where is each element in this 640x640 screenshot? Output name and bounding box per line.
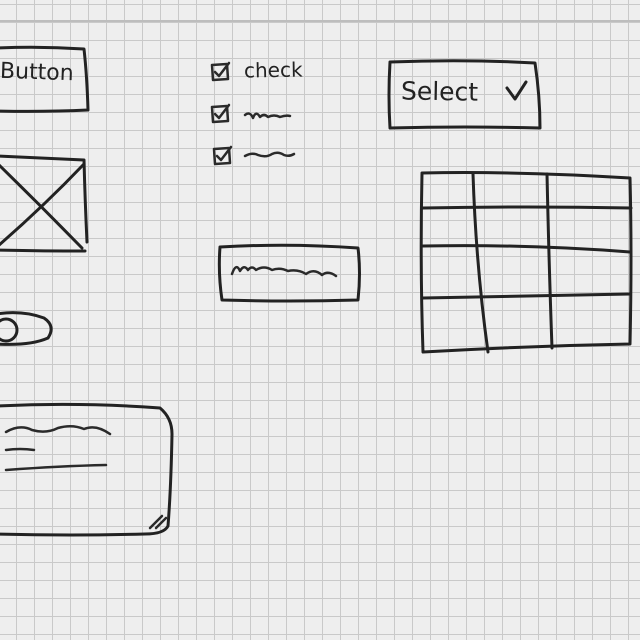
table-row-divider [421, 292, 632, 300]
checkbox-1[interactable] [210, 61, 232, 84]
textarea[interactable] [0, 398, 180, 544]
image-placeholder [0, 154, 89, 253]
checkbox-3[interactable] [212, 145, 234, 168]
table-row-divider [421, 205, 633, 210]
page-top-rule [0, 20, 640, 22]
x-placeholder-icon [0, 162, 86, 250]
table-column-divider [545, 172, 554, 350]
select-value: Select [400, 76, 479, 107]
data-table [419, 171, 633, 354]
toggle-switch[interactable] [0, 308, 60, 352]
checkbox-2[interactable] [210, 103, 232, 126]
resize-handle-icon [148, 514, 168, 530]
checkbox-3-scribble-label [243, 151, 296, 158]
text-input[interactable] [214, 240, 366, 308]
table-row-divider [421, 244, 632, 254]
table-column-divider [471, 172, 490, 354]
toggle-knob-icon [0, 317, 19, 343]
checkbox-1-label: check [243, 57, 303, 83]
checkbox-2-scribble-label [243, 112, 292, 120]
table-outline [419, 171, 633, 354]
button-label: Button [0, 58, 75, 87]
chevron-down-icon [505, 80, 528, 101]
